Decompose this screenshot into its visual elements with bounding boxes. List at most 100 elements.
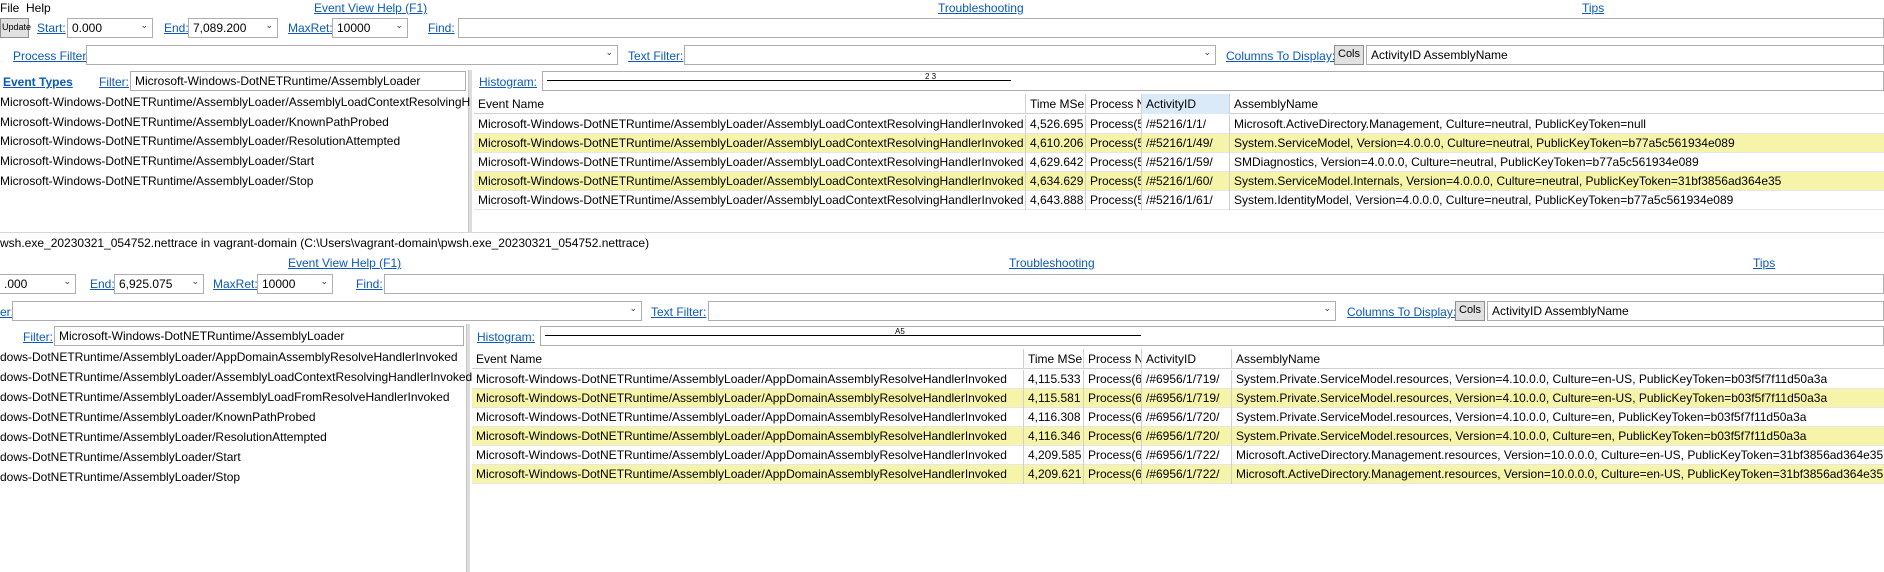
list-item[interactable]: Microsoft-Windows-DotNETRuntime/Assembly… — [0, 95, 470, 109]
process-filter-combo[interactable]: ⌄ — [86, 45, 618, 65]
cell-assemblyname: Microsoft.ActiveDirectory.Management.res… — [1236, 467, 1884, 481]
tips-link[interactable]: Tips — [1582, 1, 1604, 15]
file-menu[interactable]: File — [0, 1, 19, 15]
cell-time: 4,610.206 — [1026, 134, 1086, 153]
troubleshooting-link[interactable]: Troubleshooting — [1009, 256, 1095, 270]
list-item[interactable]: Microsoft-Windows-DotNETRuntime/Assembly… — [0, 154, 314, 168]
event-filter-label: Filter: — [23, 330, 53, 344]
column-header-assemblyname[interactable]: AssemblyName — [1230, 94, 1884, 114]
list-item[interactable]: dows-DotNETRuntime/AssemblyLoader/KnownP… — [0, 410, 316, 424]
table-row[interactable]: Microsoft-Windows-DotNETRuntime/Assembly… — [474, 191, 1884, 210]
column-header-activityid[interactable]: ActivityID — [1142, 349, 1232, 369]
cell-activityid: /#6956/1/722/ — [1142, 465, 1232, 484]
column-header-activityid[interactable]: ActivityID — [1142, 94, 1230, 114]
list-item[interactable]: Microsoft-Windows-DotNETRuntime/Assembly… — [0, 134, 400, 148]
cols-button[interactable]: Cols — [1455, 301, 1485, 321]
table-row[interactable]: Microsoft-Windows-DotNETRuntime/Assembly… — [472, 427, 1884, 446]
cell-event-name: Microsoft-Windows-DotNETRuntime/Assembly… — [474, 115, 1026, 134]
column-header-time[interactable]: Time MSe — [1024, 349, 1084, 369]
histogram-field[interactable]: 2 3 — [542, 71, 1884, 91]
maxret-label: MaxRet: — [288, 21, 333, 35]
cell-event-name: Microsoft-Windows-DotNETRuntime/Assembly… — [472, 389, 1024, 408]
list-item[interactable]: Microsoft-Windows-DotNETRuntime/Assembly… — [0, 174, 313, 188]
table-row[interactable]: Microsoft-Windows-DotNETRuntime/Assembly… — [472, 408, 1884, 427]
list-item[interactable]: dows-DotNETRuntime/AssemblyLoader/Assemb… — [0, 370, 472, 384]
update-button[interactable]: Update — [0, 18, 31, 38]
list-item[interactable]: dows-DotNETRuntime/AssemblyLoader/Stop — [0, 470, 240, 484]
table-row[interactable]: Microsoft-Windows-DotNETRuntime/Assembly… — [474, 115, 1884, 134]
cell-assemblyname: System.Private.ServiceModel.resources, V… — [1236, 391, 1828, 405]
columns-input[interactable]: ActivityID AssemblyName — [1366, 45, 1884, 65]
maxret-combo[interactable]: 10000 ⌄ — [257, 274, 333, 294]
table-row[interactable]: Microsoft-Windows-DotNETRuntime/Assembly… — [474, 172, 1884, 191]
cell-activityid: /#5216/1/49/ — [1142, 134, 1230, 153]
cell-activityid: /#6956/1/720/ — [1142, 427, 1232, 446]
tips-link[interactable]: Tips — [1753, 256, 1775, 270]
cell-event-name: Microsoft-Windows-DotNETRuntime/Assembly… — [474, 134, 1026, 153]
text-filter-combo[interactable]: ⌄ — [708, 301, 1336, 321]
table-row[interactable]: Microsoft-Windows-DotNETRuntime/Assembly… — [472, 370, 1884, 389]
end-combo[interactable]: 7,089.200 ⌄ — [188, 18, 278, 38]
cell-activityid: /#6956/1/720/ — [1142, 408, 1232, 427]
help-menu[interactable]: Help — [26, 1, 51, 15]
cell-activityid: /#6956/1/722/ — [1142, 446, 1232, 465]
start-value: 0.000 — [72, 21, 103, 35]
column-header-time[interactable]: Time MSe — [1026, 94, 1086, 114]
cell-assemblyname: System.Private.ServiceModel.resources, V… — [1236, 429, 1807, 443]
table-row[interactable]: Microsoft-Windows-DotNETRuntime/Assembly… — [472, 446, 1884, 465]
columns-input[interactable]: ActivityID AssemblyName — [1487, 301, 1884, 321]
find-label: Find: — [428, 21, 455, 35]
troubleshooting-link[interactable]: Troubleshooting — [938, 1, 1024, 15]
cell-time: 4,115.581 — [1024, 389, 1084, 408]
maxret-combo[interactable]: 10000 ⌄ — [332, 18, 408, 38]
list-item[interactable]: dows-DotNETRuntime/AssemblyLoader/Assemb… — [0, 390, 450, 404]
cell-time: 4,116.308 — [1024, 408, 1084, 427]
window-title-bar[interactable]: wsh.exe_20230321_054752.nettrace in vagr… — [0, 232, 1884, 254]
event-view-help-link[interactable]: Event View Help (F1) — [314, 1, 427, 15]
find-input[interactable] — [458, 18, 1884, 38]
process-filter-combo[interactable]: ⌄ — [12, 301, 642, 321]
cell-process: Process(69 — [1084, 370, 1142, 389]
cols-button[interactable]: Cols — [1334, 45, 1364, 65]
chevron-down-icon: ⌄ — [1203, 47, 1211, 57]
end-combo[interactable]: 6,925.075 ⌄ — [114, 274, 204, 294]
list-item[interactable]: dows-DotNETRuntime/AssemblyLoader/Start — [0, 450, 241, 464]
column-header-assemblyname[interactable]: AssemblyName — [1232, 349, 1884, 369]
cell-time: 4,629.642 — [1026, 153, 1086, 172]
list-item[interactable]: Microsoft-Windows-DotNETRuntime/Assembly… — [0, 115, 389, 129]
column-header-event-name[interactable]: Event Name — [474, 94, 1026, 114]
column-header-process[interactable]: Process N — [1086, 94, 1142, 114]
column-header-process[interactable]: Process N — [1084, 349, 1142, 369]
cell-assemblyname: System.ServiceModel.Internals, Version=4… — [1234, 174, 1782, 188]
event-types-label[interactable]: Event Types — [3, 75, 73, 89]
table-row[interactable]: Microsoft-Windows-DotNETRuntime/Assembly… — [472, 465, 1884, 484]
text-filter-combo[interactable]: ⌄ — [684, 45, 1216, 65]
histogram-marks: A5 — [895, 327, 905, 336]
pane-splitter[interactable] — [466, 324, 470, 572]
table-row[interactable]: Microsoft-Windows-DotNETRuntime/Assembly… — [474, 153, 1884, 172]
event-filter-input[interactable]: Microsoft-Windows-DotNETRuntime/Assembly… — [130, 71, 466, 91]
start-combo[interactable]: 0.000 ⌄ — [67, 18, 153, 38]
event-view-help-link[interactable]: Event View Help (F1) — [288, 256, 401, 270]
histogram-field[interactable]: A5 — [540, 326, 1884, 346]
chevron-down-icon: ⌄ — [629, 303, 637, 313]
process-filter-label: Process Filter: — [13, 49, 90, 63]
cell-process: Process(52 — [1086, 153, 1142, 172]
cell-event-name: Microsoft-Windows-DotNETRuntime/Assembly… — [474, 153, 1026, 172]
cell-process: Process(69 — [1084, 427, 1142, 446]
column-header-event-name[interactable]: Event Name — [472, 349, 1024, 369]
histogram-label: Histogram: — [477, 330, 536, 344]
cell-process: Process(52 — [1086, 115, 1142, 134]
table-row[interactable]: Microsoft-Windows-DotNETRuntime/Assembly… — [474, 134, 1884, 153]
list-item[interactable]: dows-DotNETRuntime/AssemblyLoader/Resolu… — [0, 430, 327, 444]
grid-header: Event Name Time MSe Process N ActivityID… — [472, 349, 1884, 369]
start-combo[interactable]: .000 ⌄ — [0, 274, 76, 294]
cell-time: 4,634.629 — [1026, 172, 1086, 191]
cell-activityid: /#5216/1/59/ — [1142, 153, 1230, 172]
event-filter-input[interactable]: Microsoft-Windows-DotNETRuntime/Assembly… — [54, 326, 464, 346]
table-row[interactable]: Microsoft-Windows-DotNETRuntime/Assembly… — [472, 389, 1884, 408]
find-input[interactable] — [384, 274, 1884, 294]
list-item[interactable]: dows-DotNETRuntime/AssemblyLoader/AppDom… — [0, 350, 458, 364]
text-filter-label: Text Filter: — [628, 49, 684, 63]
cell-assemblyname: System.ServiceModel, Version=4.0.0.0, Cu… — [1234, 136, 1735, 150]
